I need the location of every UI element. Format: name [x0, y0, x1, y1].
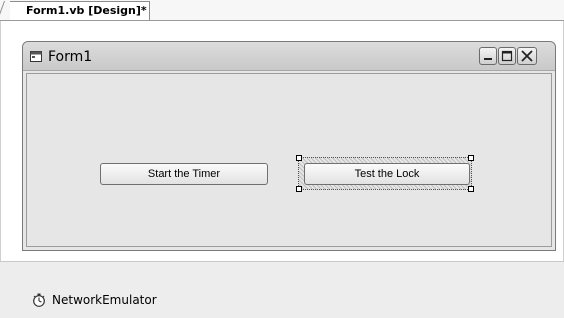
minimize-icon	[484, 58, 492, 60]
maximize-icon	[501, 50, 513, 62]
form-window-icon	[30, 51, 42, 62]
timer-icon	[33, 293, 45, 307]
resize-handle-top-right[interactable]	[468, 155, 474, 161]
maximize-button[interactable]	[498, 47, 516, 65]
resize-handle-bottom-right[interactable]	[468, 186, 474, 192]
close-button[interactable]	[517, 47, 537, 65]
document-tab-strip: Form1.vb [Design]*	[0, 0, 564, 21]
form-titlebar[interactable]: Form1	[23, 42, 555, 71]
form-window[interactable]: Form1	[22, 41, 556, 251]
network-emulator-component[interactable]: NetworkEmulator	[52, 293, 157, 307]
test-lock-button[interactable]: Test the Lock	[304, 163, 470, 185]
form-title: Form1	[48, 49, 93, 65]
component-tray[interactable]: NetworkEmulator	[0, 261, 564, 318]
tab-label: Form1.vb [Design]*	[26, 4, 147, 17]
close-icon	[521, 50, 533, 62]
resize-handle-bottom-left[interactable]	[296, 186, 302, 192]
start-timer-button[interactable]: Start the Timer	[100, 163, 268, 185]
resize-handle-top-left[interactable]	[296, 155, 302, 161]
minimize-button[interactable]	[479, 47, 497, 65]
tab-form1-design[interactable]: Form1.vb [Design]*	[10, 1, 150, 20]
